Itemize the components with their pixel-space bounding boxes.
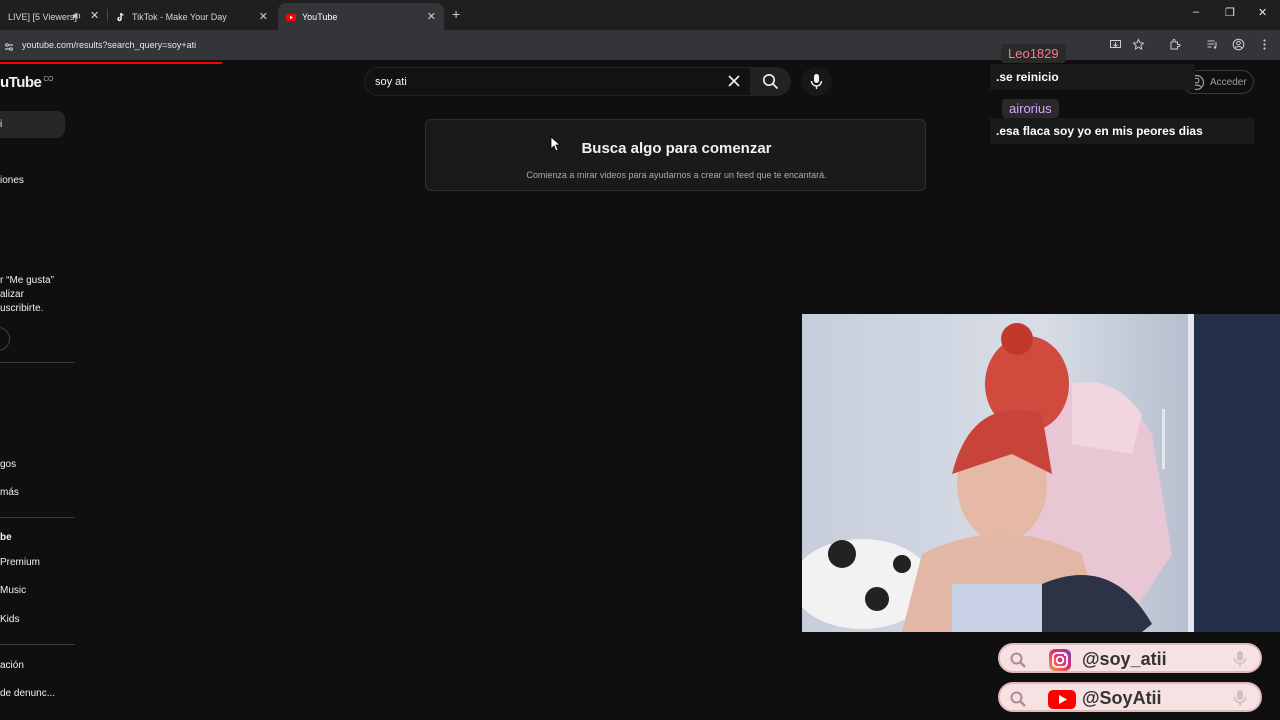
speaker-icon[interactable] (72, 11, 82, 23)
sidebar-item-label: i (0, 119, 3, 130)
chat-message: .se reinicio (990, 64, 1195, 90)
microphone-icon (1233, 689, 1247, 712)
browser-menu-icon[interactable] (1258, 38, 1271, 51)
site-settings-icon[interactable] (4, 39, 14, 51)
tab-title: TikTok - Make Your Day (132, 11, 227, 22)
chat-username: Leo1829 (1001, 44, 1066, 63)
tab-title: YouTube (302, 11, 338, 22)
bookmark-star-icon[interactable] (1132, 38, 1145, 51)
logo-text: uTube (0, 74, 42, 91)
youtube-icon (1048, 687, 1076, 716)
instagram-icon (1048, 648, 1072, 677)
tab-youtube[interactable]: YouTube ✕ (278, 3, 444, 30)
search-button[interactable] (751, 67, 791, 96)
install-app-icon[interactable] (1109, 38, 1122, 51)
instagram-handle-badge: @soy_atii (998, 643, 1262, 673)
search-icon (1009, 690, 1027, 713)
search-icon (763, 74, 779, 90)
sidebar-signin-button[interactable] (0, 327, 10, 351)
login-prompt-line: r “Me gusta” (0, 275, 54, 286)
sidebar-item-settings[interactable]: ación (0, 660, 24, 671)
close-tab-icon[interactable]: ✕ (90, 9, 99, 22)
close-tab-icon[interactable]: ✕ (259, 10, 268, 23)
clear-search-icon[interactable] (726, 73, 742, 89)
address-bar: youtube.com/results?search_query=soy+ati (0, 30, 1280, 60)
sidebar-divider (0, 362, 75, 363)
sidebar-item-home[interactable]: i (0, 111, 65, 138)
search-icon (1009, 651, 1027, 674)
tab-live[interactable]: LIVE] [5 Viewers] ✕ (0, 3, 108, 30)
sidebar-login-prompt: r “Me gusta” alizar uscribirte. (0, 274, 54, 316)
minimize-icon[interactable]: – (1193, 6, 1199, 18)
youtube-logo[interactable]: uTube CO (0, 74, 53, 91)
browser-tab-bar: LIVE] [5 Viewers] ✕ TikTok - Make Your D… (0, 0, 1280, 30)
microphone-icon (1233, 650, 1247, 673)
instagram-handle: @soy_atii (1082, 649, 1167, 669)
sidebar-divider (0, 517, 75, 518)
chat-message: .esa flaca soy yo en mis peores dias (990, 118, 1254, 144)
media-controls-icon[interactable] (1206, 38, 1219, 51)
youtube-handle-badge: @SoyAtii (998, 682, 1262, 712)
sidebar-divider (0, 644, 75, 645)
voice-search-button[interactable] (801, 67, 832, 96)
empty-state-title: Busca algo para comenzar (581, 140, 772, 157)
empty-state-subtitle: Comienza a mirar videos para ayudarnos a… (526, 170, 827, 180)
country-code: CO (43, 76, 53, 83)
mouse-cursor-icon (550, 136, 562, 157)
new-tab-button[interactable]: + (452, 6, 460, 22)
profile-icon[interactable] (1232, 38, 1245, 51)
empty-state-card: Busca algo para comenzar Comienza a mira… (425, 119, 926, 191)
tab-tiktok[interactable]: TikTok - Make Your Day ✕ (108, 3, 276, 30)
close-window-icon[interactable]: ✕ (1258, 6, 1267, 19)
login-prompt-line: alizar (0, 289, 24, 300)
sidebar-item-more[interactable]: más (0, 487, 19, 498)
url-text[interactable]: youtube.com/results?search_query=soy+ati (22, 40, 196, 50)
streamer-webcam-image (802, 314, 1280, 632)
login-prompt-line: uscribirte. (0, 303, 44, 314)
maximize-icon[interactable]: ❐ (1225, 6, 1235, 19)
chat-username: airorius (1002, 99, 1059, 118)
sidebar-section-title: be (0, 532, 12, 543)
sidebar-item-music[interactable]: Music (0, 585, 26, 596)
search-query-text: soy ati (375, 76, 407, 88)
sidebar-item-report[interactable]: de denunc... (0, 688, 55, 699)
sidebar-item-kids[interactable]: Kids (0, 614, 19, 625)
page-load-progress-bar (0, 62, 222, 64)
tab-title: LIVE] [5 Viewers] (8, 11, 77, 22)
youtube-favicon-icon (286, 12, 296, 22)
tiktok-favicon-icon (116, 12, 126, 22)
sidebar-item-subscriptions[interactable]: iones (0, 175, 24, 186)
sidebar-item-games[interactable]: gos (0, 459, 16, 470)
signin-label: Acceder (1210, 77, 1247, 88)
youtube-handle: @SoyAtii (1082, 688, 1162, 708)
microphone-icon (810, 74, 823, 89)
search-input[interactable]: soy ati (364, 67, 751, 96)
extensions-icon[interactable] (1168, 38, 1181, 51)
webcam-feed (802, 314, 1280, 632)
close-tab-icon[interactable]: ✕ (427, 10, 436, 23)
sidebar-item-premium[interactable]: Premium (0, 557, 40, 568)
